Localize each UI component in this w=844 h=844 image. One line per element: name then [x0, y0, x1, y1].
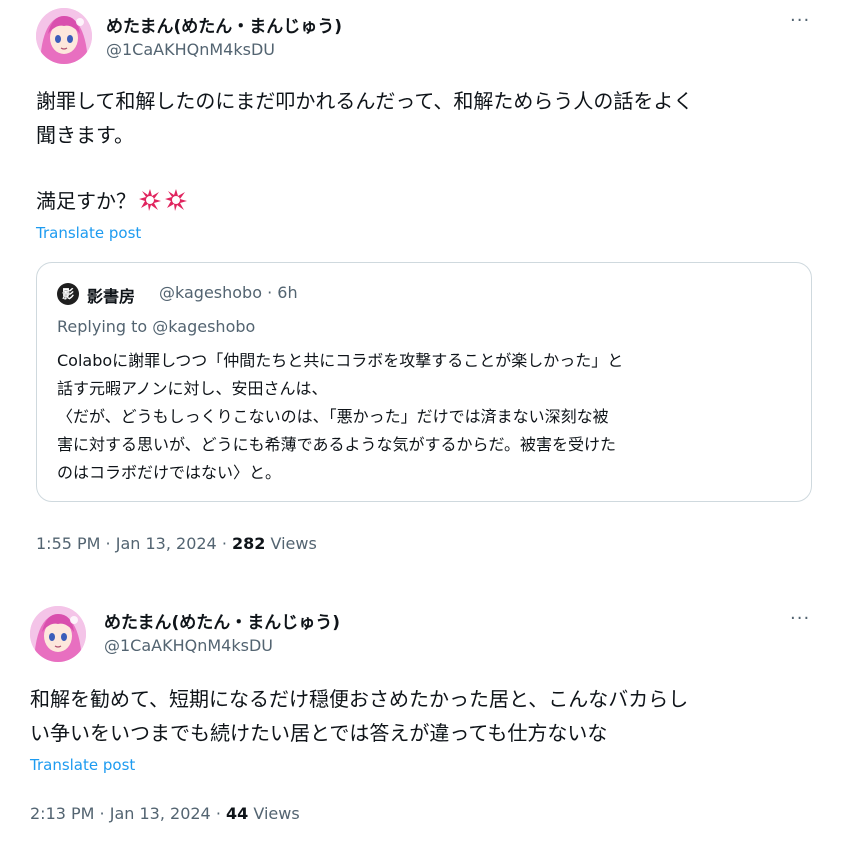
quote-text-line: のはコラボだけではない〉と。 — [57, 463, 282, 482]
more-options-icon[interactable]: ··· — [790, 608, 810, 629]
tweet-text-line: 謝罪して和解したのにまだ叩かれるんだって、和解ためらう人の話をよく — [36, 89, 694, 113]
avatar[interactable] — [30, 606, 86, 662]
timestamp[interactable]: 2:13 PM · Jan 13, 2024 · — [30, 804, 221, 823]
replying-to: Replying to @kageshobo — [57, 317, 255, 336]
tweet-text-line: 和解を勧めて、短期になるだけ穏便おさめたかった居と、こんなバカらし — [30, 687, 689, 711]
replying-handle[interactable]: @kageshobo — [152, 317, 255, 336]
quote-avatar: 影 — [57, 283, 79, 305]
tweet-text-line: 聞きます。 — [36, 123, 134, 147]
replying-prefix: Replying to — [57, 317, 148, 336]
views-count: 282 — [232, 534, 266, 553]
quoted-tweet[interactable]: 影 影書房 @kageshobo · 6h Replying to @kages… — [36, 262, 812, 502]
quote-text-line: 害に対する思いが、どうにも希薄であるような気がするからだ。被害を受けた — [57, 435, 617, 454]
user-handle[interactable]: @1CaAKHQnM4ksDU — [104, 636, 273, 655]
tweet-meta: 2:13 PM · Jan 13, 2024 · 44 Views — [30, 804, 300, 823]
display-name[interactable]: めたまん(めたん・まんじゅう) — [104, 608, 340, 633]
tweet-text-line: い争いをいつまでも続けたい居とでは答えが違っても仕方ないな — [30, 721, 608, 745]
tweet-2[interactable]: めたまん(めたん・まんじゅう) @1CaAKHQnM4ksDU ··· 和解を勧… — [0, 596, 844, 844]
views-count: 44 — [226, 804, 249, 823]
tweet-text-line: 満足すか？ — [36, 184, 188, 218]
views-label: Views — [270, 534, 317, 553]
views-label: Views — [253, 804, 300, 823]
avatar[interactable] — [36, 8, 92, 64]
tweet-1[interactable]: めたまん(めたん・まんじゅう) @1CaAKHQnM4ksDU ··· 謝罪して… — [0, 0, 844, 578]
translate-post-link[interactable]: Translate post — [36, 224, 141, 242]
translate-post-link[interactable]: Translate post — [30, 756, 135, 774]
anger-symbol-icon — [139, 189, 161, 211]
quote-text-line: 話す元暇アノンに対し、安田さんは、 — [57, 379, 328, 398]
quote-handle[interactable]: @kageshobo · 6h — [159, 283, 298, 302]
quote-display-name[interactable]: 影書房 — [87, 283, 135, 307]
anger-symbol-icon — [165, 189, 187, 211]
user-handle[interactable]: @1CaAKHQnM4ksDU — [106, 40, 275, 59]
display-name[interactable]: めたまん(めたん・まんじゅう) — [106, 12, 342, 37]
timestamp[interactable]: 1:55 PM · Jan 13, 2024 · — [36, 534, 227, 553]
more-options-icon[interactable]: ··· — [790, 10, 810, 31]
tweet-meta: 1:55 PM · Jan 13, 2024 · 282 Views — [36, 534, 317, 553]
tweet-separator — [0, 578, 844, 596]
quote-text-line: Colaboに謝罪しつつ「仲間たちと共にコラボを攻撃することが楽しかった」と — [57, 351, 624, 370]
quote-text-line: 〈だが、どうもしっくりこないのは、「悪かった」だけでは済まない深刻な被 — [57, 407, 609, 426]
